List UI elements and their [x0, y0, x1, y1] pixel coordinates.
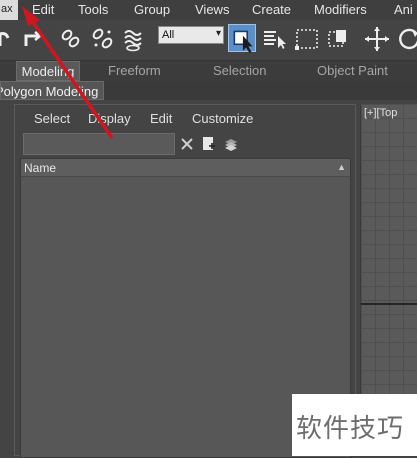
menu-edit[interactable]: Edit — [32, 2, 54, 17]
explorer-search-input[interactable] — [23, 133, 175, 155]
layers-icon[interactable] — [222, 135, 240, 153]
menu-bar: ax Edit Tools Group Views Create Modifie… — [0, 0, 417, 21]
new-layer-icon[interactable] — [200, 135, 218, 153]
main-toolbar: All ▾ — [0, 20, 417, 61]
app-menu-button[interactable]: ax — [0, 0, 18, 20]
chevron-down-icon: ▾ — [215, 28, 221, 39]
watermark: 软件技巧 — [292, 394, 417, 456]
undo-button[interactable] — [0, 24, 20, 54]
redo-button[interactable] — [18, 24, 48, 54]
menu-group[interactable]: Group — [134, 2, 170, 17]
tab-modeling[interactable]: Modeling — [16, 61, 80, 81]
scene-explorer-menu: Select Display Edit Customize — [15, 105, 355, 133]
tab-selection[interactable]: Selection — [213, 61, 266, 81]
bind-spacewarp-icon[interactable] — [119, 24, 149, 54]
link-icon[interactable] — [56, 24, 86, 54]
select-by-name-icon[interactable] — [260, 24, 290, 54]
menu-animation[interactable]: Ani — [394, 2, 413, 17]
explorer-menu-edit[interactable]: Edit — [150, 111, 172, 126]
menu-create[interactable]: Create — [252, 2, 291, 17]
rectangular-selection-region-icon[interactable] — [292, 24, 322, 54]
menu-modifiers[interactable]: Modifiers — [314, 2, 367, 17]
explorer-menu-display[interactable]: Display — [88, 111, 131, 126]
name-column-header[interactable]: Name ▲ — [21, 159, 350, 177]
rotate-icon[interactable] — [394, 24, 417, 54]
menu-tools[interactable]: Tools — [78, 2, 108, 17]
clear-search-icon[interactable] — [178, 135, 196, 153]
explorer-menu-select[interactable]: Select — [34, 111, 70, 126]
app-title-fragment: ax — [1, 3, 13, 15]
ribbon-tabs: Modeling Freeform Selection Object Paint — [0, 61, 417, 82]
polygon-modeling-label: Polygon Modeling — [0, 84, 99, 99]
selection-filter-value: All — [162, 29, 175, 41]
unlink-icon[interactable] — [88, 24, 118, 54]
tab-freeform[interactable]: Freeform — [108, 61, 161, 81]
name-column-label: Name — [24, 161, 57, 175]
move-icon[interactable] — [362, 24, 392, 54]
selection-filter-dropdown[interactable]: All ▾ — [158, 26, 224, 44]
polygon-modeling-panel[interactable]: Polygon Modeling — [0, 81, 104, 100]
viewport-axis-line — [361, 303, 417, 305]
select-object-button[interactable] — [228, 24, 256, 53]
ribbon-panel-bar: Polygon Modeling — [0, 81, 417, 100]
tab-object-paint[interactable]: Object Paint — [317, 61, 388, 81]
sort-ascending-icon: ▲ — [337, 162, 346, 172]
menu-views[interactable]: Views — [195, 2, 229, 17]
explorer-menu-customize[interactable]: Customize — [192, 111, 253, 126]
watermark-text: 软件技巧 — [296, 414, 405, 444]
window-crossing-icon[interactable] — [323, 24, 353, 54]
viewport-label[interactable]: [+][Top — [364, 107, 397, 119]
